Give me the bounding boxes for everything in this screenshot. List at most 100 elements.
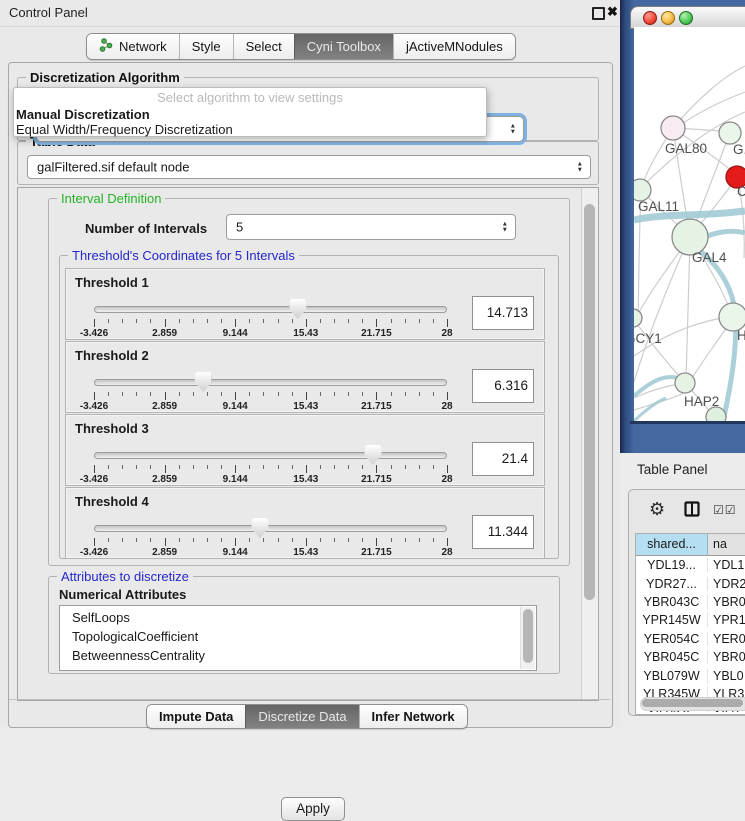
network-node[interactable] [634,309,642,327]
tab-discretize-data[interactable]: Discretize Data [245,705,358,728]
cell-name[interactable]: YER0 [708,632,745,646]
tab-select[interactable]: Select [233,34,294,59]
tick-mark [405,392,406,396]
cell-name[interactable]: YDL1 [708,558,745,572]
split-columns-icon[interactable] [684,501,700,522]
number-of-intervals-combobox[interactable]: 5 ▲▼ [226,214,516,240]
dropdown-option-manual-discretization[interactable]: Manual Discretization [14,107,486,122]
table-row[interactable]: YBL079WYBL0 [636,666,745,684]
network-node[interactable] [634,179,651,201]
tab-infer-network[interactable]: Infer Network [359,705,467,728]
minimize-traffic-light-icon[interactable] [661,11,675,25]
network-edge[interactable] [673,66,745,128]
network-edge[interactable] [692,321,731,378]
list-scrollbar[interactable] [520,607,535,669]
network-edge[interactable] [686,240,690,380]
float-window-icon[interactable] [592,7,605,20]
cell-shared-name[interactable]: YDR27... [636,577,708,591]
cell-shared-name[interactable]: YBL079W [636,669,708,683]
list-item[interactable]: TopologicalCoefficient [72,627,536,646]
tick-label: 28 [441,474,452,485]
cell-name[interactable]: YDR2 [708,577,745,591]
network-edge-highlighted[interactable] [634,398,666,421]
scrollbar-thumb[interactable] [584,204,595,600]
cell-name[interactable]: YBR0 [708,650,745,664]
tab-jactivemnodules[interactable]: jActiveMNodules [393,34,515,59]
table-data-combobox[interactable]: galFiltered.sif default node ▲▼ [27,155,591,179]
table-horizontal-scrollbar[interactable] [640,697,745,711]
tab-impute-data[interactable]: Impute Data [147,705,245,728]
combo-stepper-icon: ▲▼ [502,222,508,233]
network-node[interactable] [706,407,726,421]
threshold-1-slider[interactable]: -3.4262.8599.14415.4321.71528 [94,269,447,339]
table-row[interactable]: YBR043CYBR0 [636,593,745,611]
network-edge-highlighted[interactable] [634,377,678,396]
tick-mark [433,392,434,396]
tab-style[interactable]: Style [179,34,233,59]
tick-mark [376,465,377,473]
slider-tick-labels: -3.4262.8599.14415.4321.71528 [94,547,447,558]
scrollbar-thumb[interactable] [523,609,533,663]
tab-network[interactable]: Network [87,34,179,59]
cell-shared-name[interactable]: YBR045C [636,650,708,664]
slider-thumb[interactable] [364,445,381,465]
table-row[interactable]: YPR145WYPR1 [636,611,745,629]
numerical-attributes-list[interactable]: SelfLoops TopologicalCoefficient Between… [59,605,537,671]
network-edge[interactable] [679,92,745,126]
threshold-2-value-field[interactable]: 6.316 [472,369,534,403]
network-node[interactable] [719,303,745,331]
cell-shared-name[interactable]: YPR145W [636,613,708,627]
cell-shared-name[interactable]: YBR043C [636,595,708,609]
slider-thumb[interactable] [195,372,212,392]
zoom-traffic-light-icon[interactable] [679,11,693,25]
tab-style-label: Style [192,39,221,54]
list-item[interactable]: SelfLoops [72,608,536,627]
network-node[interactable] [675,373,695,393]
cell-name[interactable]: YBR0 [708,595,745,609]
cell-name[interactable]: YBL0 [708,669,745,683]
table-row[interactable]: YDR27...YDR2 [636,574,745,592]
column-header-shared-name[interactable]: shared... [636,534,708,555]
threshold-3-slider[interactable]: -3.4262.8599.14415.4321.71528 [94,415,447,485]
tick-mark [249,319,250,323]
column-header-name[interactable]: na [708,534,745,555]
close-traffic-light-icon[interactable] [643,11,657,25]
tick-label: 15.43 [293,547,318,558]
threshold-1-value-field[interactable]: 14.713 [472,296,534,330]
panel-scrollbar[interactable] [581,188,598,700]
list-item[interactable]: BetweennessCentrality [72,646,536,665]
table-row[interactable]: YDL19...YDL1 [636,556,745,574]
tick-label: 2.859 [152,474,177,485]
select-columns-checkboxes-icon[interactable]: ☑☑ [713,503,737,517]
cell-shared-name[interactable]: YDL19... [636,558,708,572]
table-row[interactable]: YER054CYER0 [636,630,745,648]
tick-mark [419,465,420,469]
network-edge[interactable] [638,196,641,318]
threshold-4-value-field[interactable]: 11.344 [472,515,534,549]
threshold-4-slider[interactable]: -3.4262.8599.14415.4321.71528 [94,488,447,558]
scrollbar-thumb[interactable] [642,699,743,707]
dropdown-option-equal-width-frequency[interactable]: Equal Width/Frequency Discretization [14,122,486,137]
network-node[interactable] [719,122,741,144]
gear-icon[interactable]: ⚙ [649,499,665,520]
tick-mark [447,538,448,546]
table-row[interactable]: YBR045CYBR0 [636,648,745,666]
cell-shared-name[interactable]: YER054C [636,632,708,646]
network-window-titlebar[interactable] [630,6,745,29]
network-node[interactable] [661,116,685,140]
network-edge[interactable] [634,240,688,382]
close-icon[interactable]: ✖ [607,4,618,20]
dropdown-prompt: Select algorithm to view settings [14,88,486,107]
apply-button[interactable]: Apply [281,797,345,821]
tick-mark [150,538,151,542]
tab-cyni-toolbox[interactable]: Cyni Toolbox [294,34,393,59]
slider-thumb[interactable] [289,299,306,319]
tick-mark [419,538,420,542]
tick-mark [136,538,137,542]
bottom-tab-strip: Impute Data Discretize Data Infer Networ… [9,699,610,728]
threshold-2-slider[interactable]: -3.4262.8599.14415.4321.71528 [94,342,447,412]
slider-thumb[interactable] [251,518,268,538]
cell-name[interactable]: YPR1 [708,613,745,627]
threshold-3-value-field[interactable]: 21.4 [472,442,534,476]
network-canvas[interactable]: GAL80G.CGAL11GAL4GCY1HHAP2 [634,27,745,421]
